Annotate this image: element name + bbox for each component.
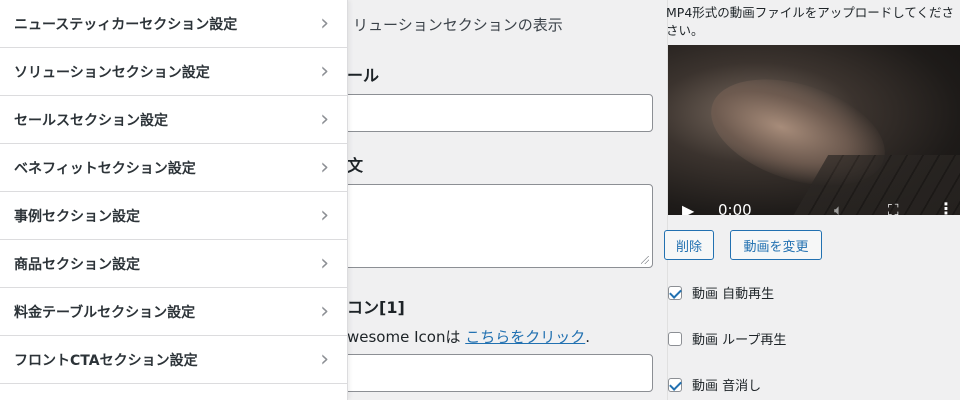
menu-item-solution[interactable]: ソリューションセクション設定 › — [0, 48, 347, 96]
autoplay-checkbox-row[interactable]: 動画 自動再生 — [668, 283, 774, 302]
menu-item-product[interactable]: 商品セクション設定 › — [0, 240, 347, 288]
play-icon[interactable]: ▶ — [682, 201, 694, 215]
body-label: 文 — [347, 156, 364, 175]
loop-checkbox-row[interactable]: 動画 ループ再生 — [668, 329, 786, 348]
fullscreen-icon[interactable]: ⛶ — [888, 201, 899, 215]
mute-checkbox[interactable] — [668, 377, 682, 392]
video-player[interactable]: ▶ 0:00 🔈︎ ⛶ ⋮ — [668, 45, 960, 215]
video-time: 0:00 — [718, 201, 752, 215]
mute-label: 動画 音消し — [692, 379, 762, 394]
menu-item-benefit[interactable]: ベネフィットセクション設定 › — [0, 144, 347, 192]
resize-handle-icon[interactable] — [641, 256, 649, 264]
menu-item-label: フロントCTAセクション設定 — [14, 352, 198, 369]
chevron-right-icon: › — [320, 10, 329, 36]
menu-item-label: ベネフィットセクション設定 — [14, 160, 196, 177]
chevron-right-icon: › — [320, 106, 329, 132]
video-settings-panel: MP4形式の動画ファイルをアップロードしてくださ さい。 ▶ 0:00 🔈︎ ⛶… — [664, 0, 960, 400]
title-input[interactable] — [337, 94, 653, 132]
menu-item-front-cta[interactable]: フロントCTAセクション設定 › — [0, 336, 347, 384]
more-options-icon[interactable]: ⋮ — [938, 199, 954, 215]
menu-item-sales[interactable]: セールスセクション設定 › — [0, 96, 347, 144]
autoplay-checkbox[interactable] — [668, 285, 682, 300]
icon-input[interactable] — [337, 354, 653, 392]
loop-label: 動画 ループ再生 — [692, 333, 787, 348]
chevron-right-icon: › — [320, 202, 329, 228]
menu-item-case[interactable]: 事例セクション設定 › — [0, 192, 347, 240]
chevron-right-icon: › — [320, 58, 329, 84]
chevron-right-icon: › — [320, 298, 329, 324]
menu-item-label: セールスセクション設定 — [14, 112, 168, 129]
help-text-suffix: . — [585, 328, 591, 346]
change-video-button[interactable]: 動画を変更 — [730, 230, 822, 260]
menu-item-price-table[interactable]: 料金テーブルセクション設定 › — [0, 288, 347, 336]
menu-item-label: ニューステッィカーセクション設定 — [14, 16, 238, 33]
icon-label: コン[1] — [347, 298, 405, 317]
solution-section-form: リューションセクションの表示 ール 文 コン[1] wesome Iconは こ… — [337, 0, 667, 400]
chevron-right-icon: › — [320, 250, 329, 276]
customizer-section-menu: ニューステッィカーセクション設定 › ソリューションセクション設定 › セールス… — [0, 0, 348, 400]
body-textarea[interactable] — [337, 184, 653, 268]
loop-checkbox[interactable] — [668, 331, 682, 346]
mute-checkbox-row[interactable]: 動画 音消し — [668, 375, 761, 394]
help-text-prefix: wesome Iconは — [347, 328, 466, 346]
chevron-right-icon: › — [320, 346, 329, 372]
menu-item-label: 料金テーブルセクション設定 — [14, 304, 196, 321]
delete-button[interactable]: 削除 — [664, 230, 714, 260]
volume-icon[interactable]: 🔈︎ — [834, 201, 843, 215]
menu-item-label: 商品セクション設定 — [14, 256, 140, 273]
click-here-link[interactable]: こちらをクリック — [465, 328, 585, 346]
title-label: ール — [347, 66, 380, 85]
chevron-right-icon: › — [320, 154, 329, 180]
menu-item-label: ソリューションセクション設定 — [14, 64, 210, 81]
section-display-heading: リューションセクションの表示 — [353, 16, 563, 34]
menu-item-label: 事例セクション設定 — [14, 208, 140, 225]
icon-help-text: wesome Iconは こちらをクリック. — [347, 326, 590, 347]
upload-instruction: MP4形式の動画ファイルをアップロードしてくださ さい。 — [666, 5, 955, 38]
autoplay-label: 動画 自動再生 — [692, 287, 775, 302]
menu-item-news-sticker[interactable]: ニューステッィカーセクション設定 › — [0, 0, 347, 48]
